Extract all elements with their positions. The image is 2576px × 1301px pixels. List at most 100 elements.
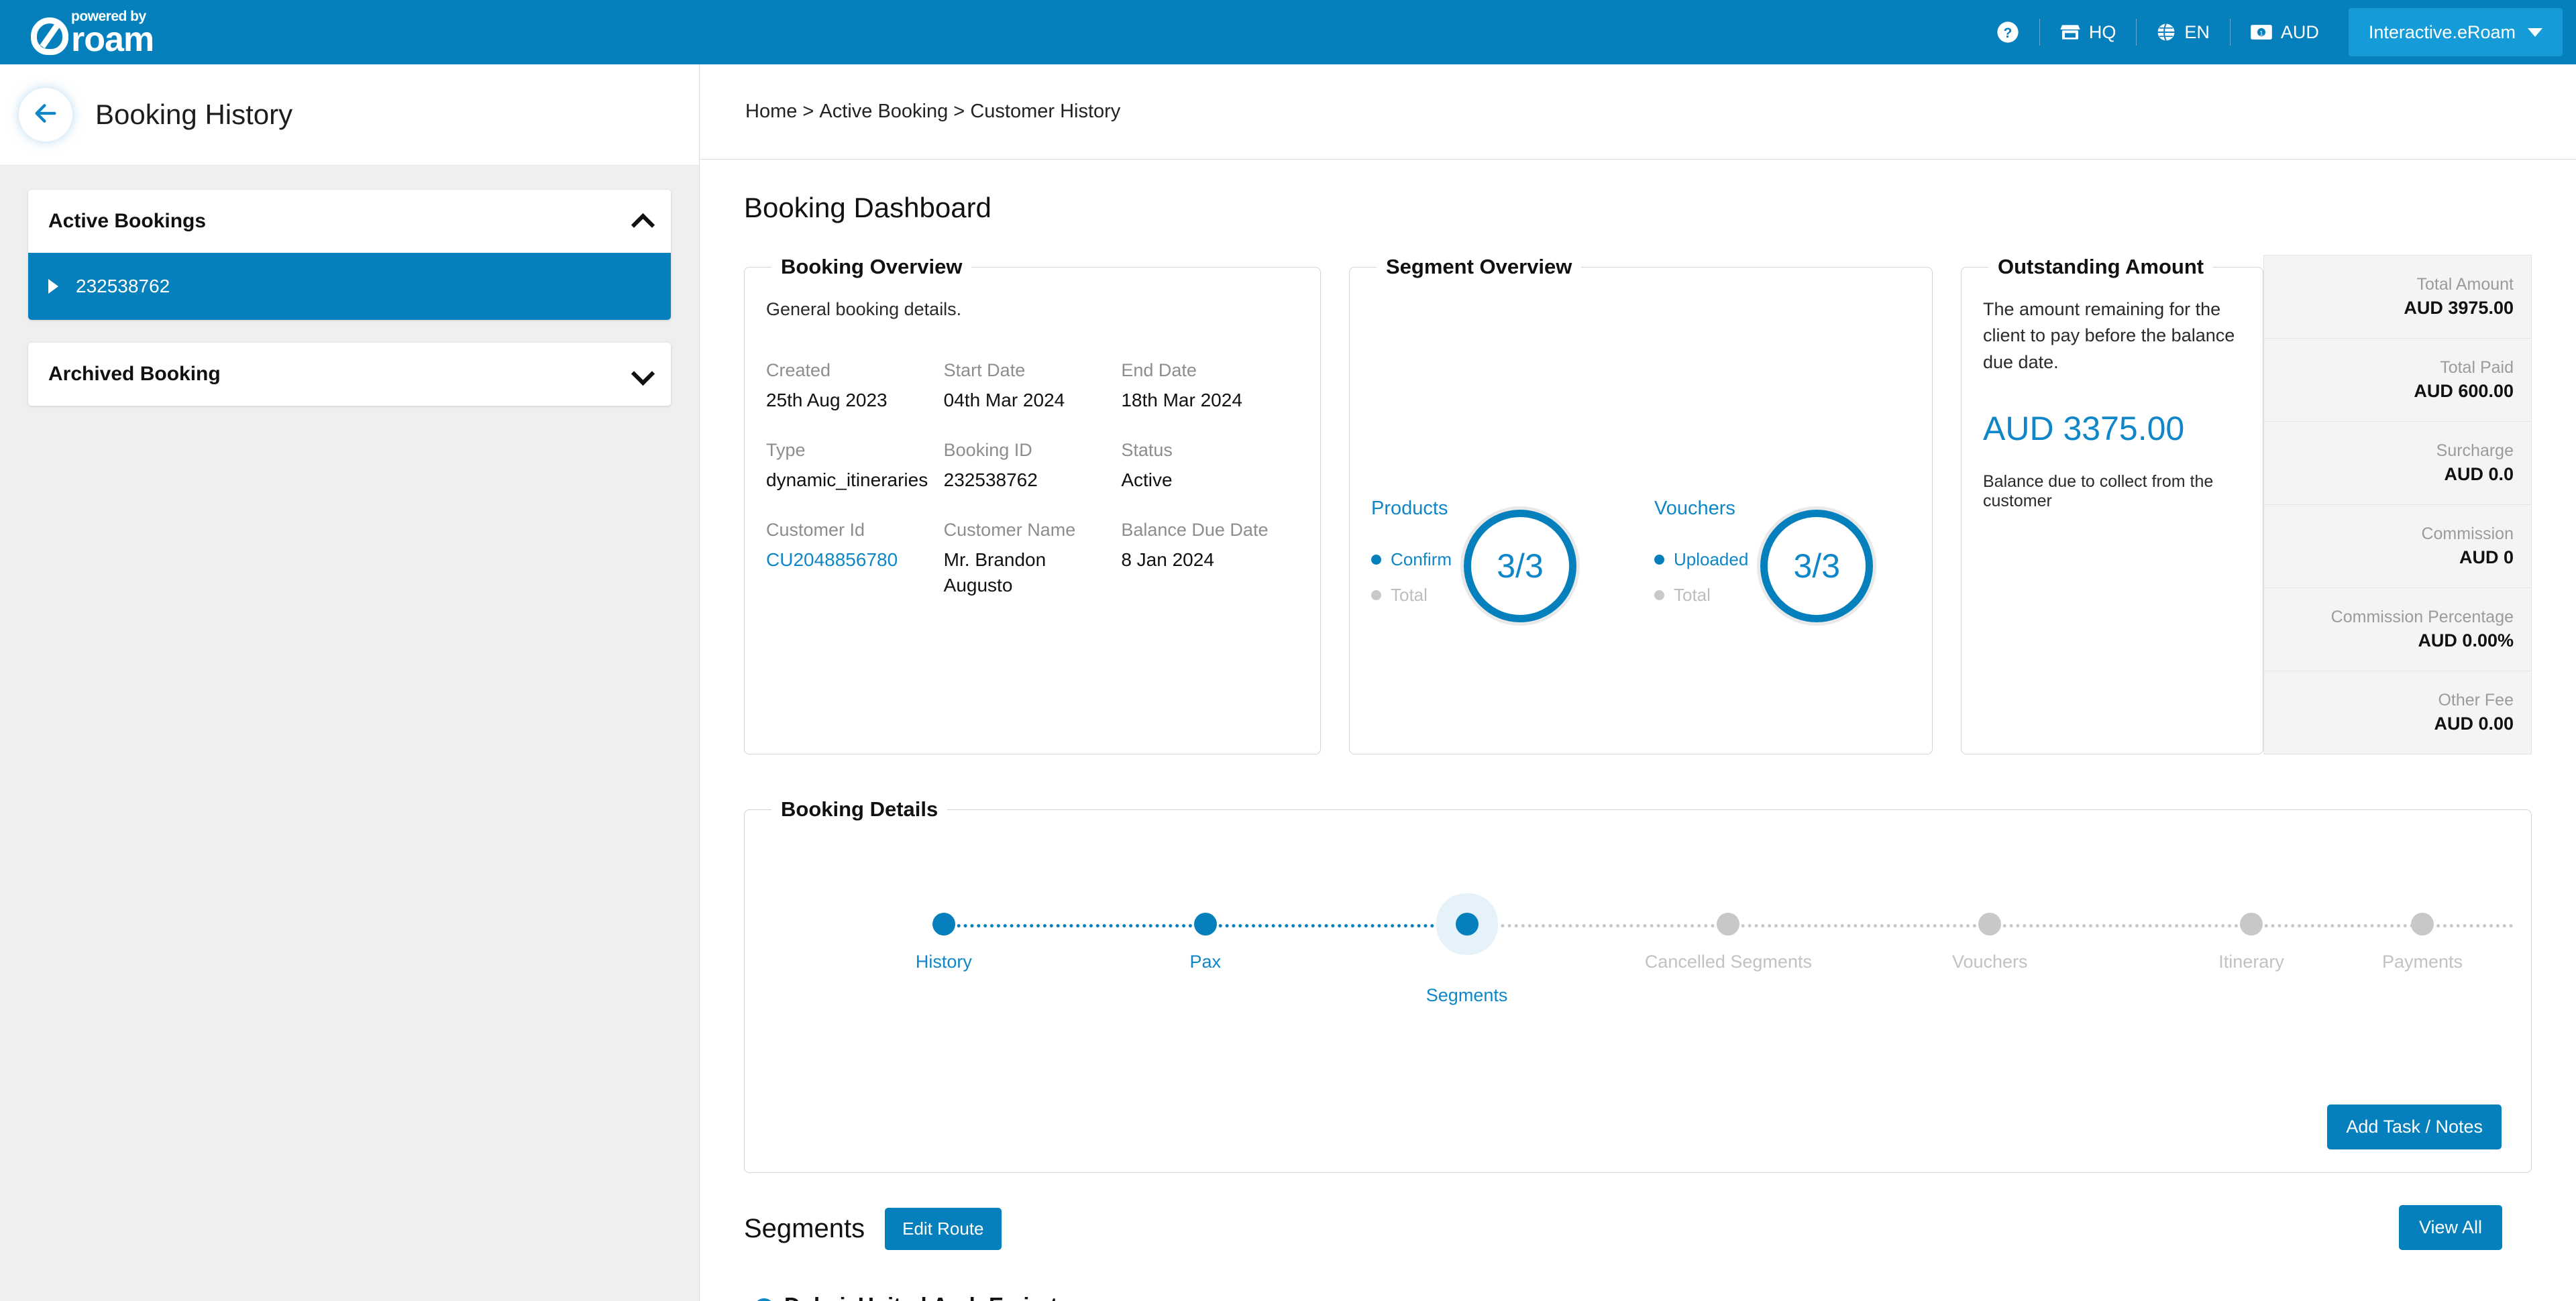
field-label: Type [766,440,806,461]
totals-label: Commission Percentage [2330,607,2514,626]
sidebar-item-booking-232538762[interactable]: 232538762 [28,253,671,320]
booking-details-card: Booking Details History Pax Segments Can… [744,797,2532,1174]
step-dot-icon[interactable] [932,913,955,936]
field-status: Status Active [1121,440,1299,520]
step-history[interactable]: History [813,913,1205,1006]
breadcrumb-item-customer-history[interactable]: Customer History [970,101,1120,123]
step-dot-icon[interactable] [2411,913,2434,936]
booking-details-legend: Booking Details [781,797,938,822]
chevron-right-icon [48,279,58,294]
step-label: Vouchers [1951,952,2028,972]
field-label: Created [766,360,831,381]
step-dot-icon[interactable] [2240,913,2263,936]
breadcrumb-separator: > [948,101,971,123]
edit-route-button[interactable]: Edit Route [885,1208,1002,1251]
products-total-label: Total [1391,585,1428,606]
sidebar-header: Booking History [0,64,699,166]
field-start-date: Start Date 04th Mar 2024 [944,360,1122,440]
customer-id-link[interactable]: CU2048856780 [766,547,933,573]
step-label: Payments [2381,952,2463,972]
back-button[interactable] [19,88,72,142]
vouchers-title: Vouchers [1654,498,1735,520]
booking-details-actions: Add Task / Notes [2327,1105,2502,1150]
segment-overview-products: Products Confirm Total 3/3 [1371,498,1627,623]
step-cancelled-segments[interactable]: Cancelled Segments [1597,913,1990,1006]
totals-value: AUD 0.00% [2418,630,2514,650]
field-value: dynamic_itineraries [766,469,928,491]
sidebar: Booking History Active Bookings 23253876… [0,64,700,1301]
field-label: Customer Name [943,520,1076,540]
outstanding-amount-subtext: Balance due to collect from the customer [1983,471,2214,510]
totals-row-commission-percentage: Commission Percentage AUD 0.00% [2263,587,2532,671]
banknote-icon: 1 [2250,22,2273,42]
step-segments[interactable]: Segments [1336,913,1729,1006]
step-label: History [915,952,972,972]
step-vouchers[interactable]: Vouchers [1859,913,2252,1006]
step-label: Pax [1189,952,1221,972]
step-pax[interactable]: Pax [1075,913,1467,1006]
step-itinerary[interactable]: Itinerary [2121,913,2513,1006]
language-label: EN [2184,21,2210,42]
panel-archived-booking-title: Archived Booking [48,363,221,385]
store-selector[interactable]: HQ [2039,0,2137,64]
products-title: Products [1371,498,1448,520]
step-label: Itinerary [2218,952,2284,972]
breadcrumb-item-active-booking[interactable]: Active Booking [819,101,948,123]
currency-label: AUD [2280,21,2319,42]
segments-header: Segments Edit Route View All [744,1205,2532,1251]
field-value: 25th Aug 2023 [766,390,888,411]
view-all-button[interactable]: View All [2398,1205,2502,1251]
totals-row-total-paid: Total Paid AUD 600.00 [2263,338,2532,422]
currency-selector[interactable]: 1 AUD [2229,0,2339,64]
segment-list-item: Dubai, United Arab Emirates 4 Mar 2024 -… [744,1293,2532,1301]
field-customer-name: Customer Name Mr. Brandon Augusto [944,520,1122,625]
totals-label: Commission [2421,524,2514,543]
panel-active-bookings-header[interactable]: Active Bookings [28,190,671,253]
field-value: Mr. Brandon Augusto [943,549,1046,596]
field-value: 04th Mar 2024 [943,390,1065,411]
help-button[interactable]: ? [1976,0,2039,64]
panel-archived-booking-header[interactable]: Archived Booking [28,343,671,406]
products-total-legend: Total [1371,585,1452,606]
step-payments[interactable]: Payments [2382,913,2463,1006]
panel-archived-booking: Archived Booking [28,343,671,406]
app-shell: Booking History Active Bookings 23253876… [0,64,2576,1301]
breadcrumb: Home > Active Booking > Customer History [700,64,2576,160]
vouchers-uploaded-legend: Uploaded [1654,549,1748,570]
svg-text:?: ? [2003,25,2012,41]
booking-overview-fields: Created 25th Aug 2023 Start Date 04th Ma… [766,360,1299,624]
user-account-menu[interactable]: Interactive.eRoam [2348,8,2563,56]
segment-info: Dubai, United Arab Emirates 4 Mar 2024 -… [784,1293,1895,1301]
step-dot-icon[interactable] [1455,913,1479,936]
sidebar-title: Booking History [95,99,293,130]
field-label: Start Date [943,360,1026,381]
products-confirm-legend: Confirm [1371,549,1452,570]
store-icon [2059,21,2081,43]
totals-value: AUD 0.0 [2444,463,2514,484]
sidebar-item-label: 232538762 [76,276,170,296]
field-booking-id: Booking ID 232538762 [944,440,1122,520]
breadcrumb-item-home[interactable]: Home [745,101,797,123]
segments-title: Segments [744,1214,865,1244]
totals-row-surcharge: Surcharge AUD 0.0 [2263,421,2532,505]
store-label: HQ [2088,21,2116,42]
step-dot-icon[interactable] [1193,913,1217,936]
segment-overview-vouchers: Vouchers Uploaded Total 3/3 [1654,498,1911,623]
chevron-down-icon [633,365,651,383]
language-selector[interactable]: EN [2136,0,2230,64]
step-dot-icon[interactable] [1717,913,1740,936]
add-task-notes-button[interactable]: Add Task / Notes [2327,1105,2502,1150]
step-label: Cancelled Segments [1644,952,1812,972]
eroam-logo-mark-icon [31,17,68,55]
products-confirm-label: Confirm [1391,549,1452,570]
segment-location-name: Dubai, United Arab Emirates [784,1293,1895,1301]
eroam-logo[interactable]: powered by roam [31,9,154,57]
totals-table: Total Amount AUD 3975.00 Total Paid AUD … [2263,255,2532,755]
status-dot-icon [1654,555,1664,565]
totals-value: AUD 3975.00 [2404,297,2514,318]
totals-label: Total Paid [2440,357,2514,377]
step-dot-icon[interactable] [1978,913,2002,936]
field-end-date: End Date 18th Mar 2024 [1121,360,1299,440]
booking-overview-legend: Booking Overview [781,255,963,279]
arrow-left-icon [32,100,59,130]
